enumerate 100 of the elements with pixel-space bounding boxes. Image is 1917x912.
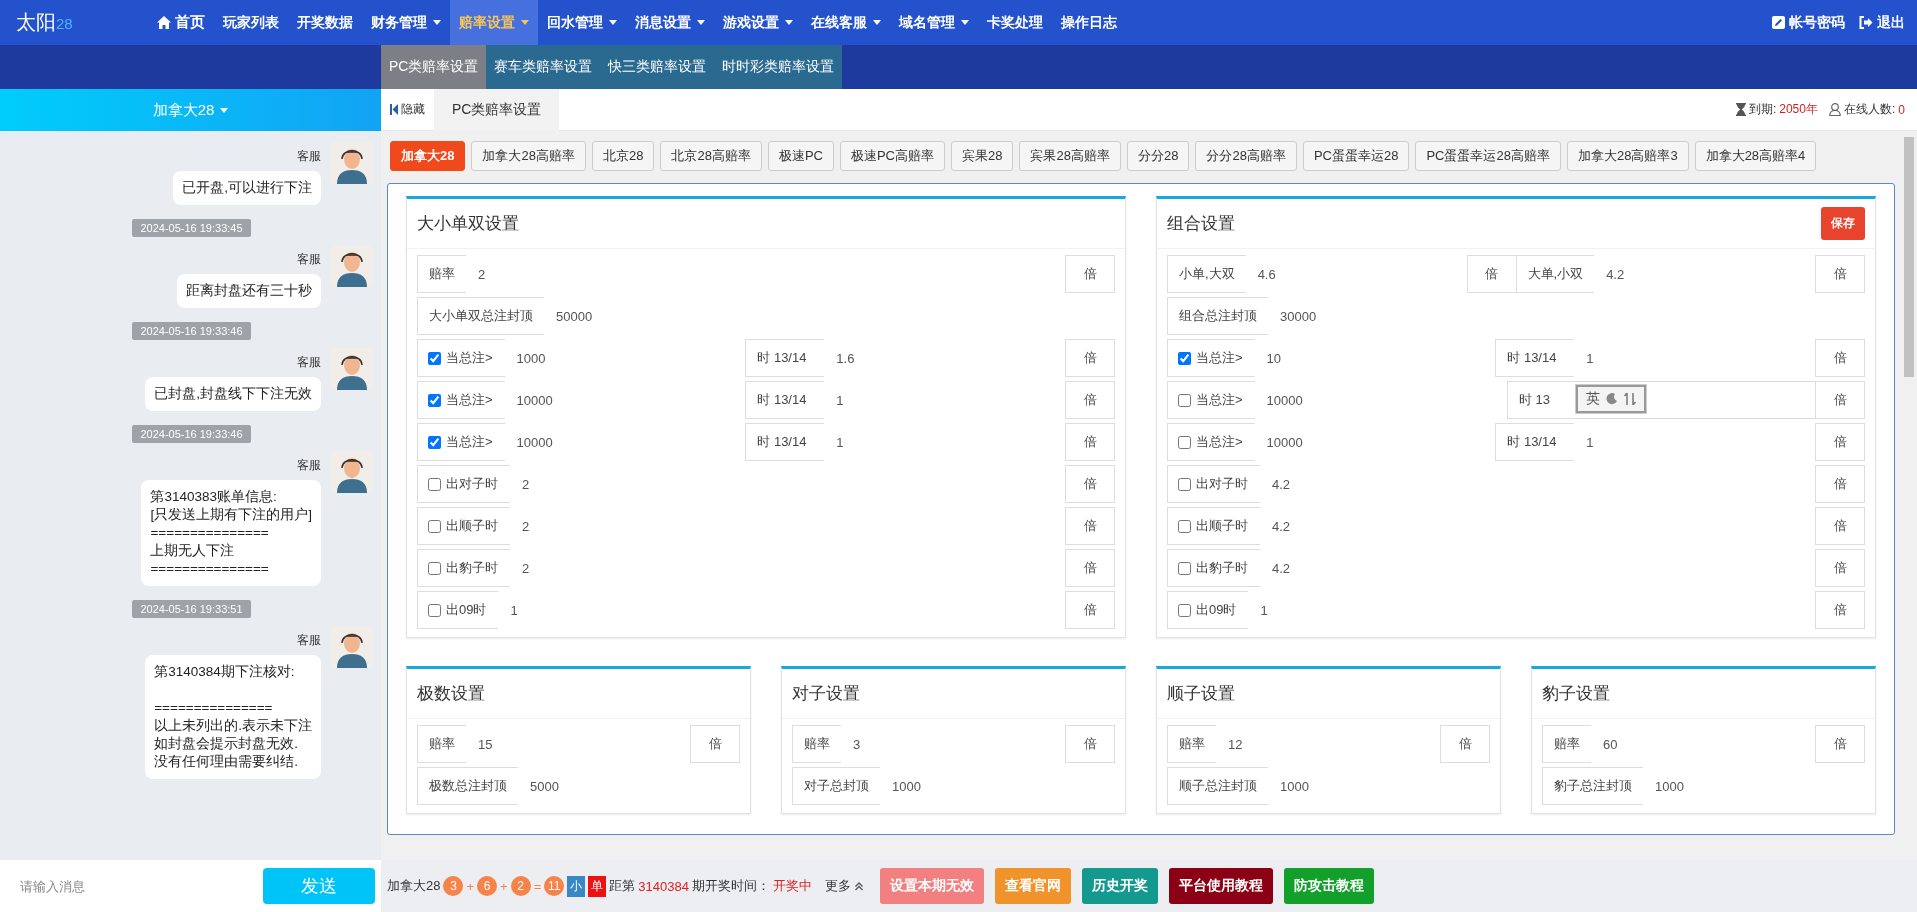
nav-link[interactable]: 帐号密码: [1772, 13, 1845, 32]
checkbox[interactable]: [428, 351, 441, 365]
game-tab[interactable]: 极速PC高赔率: [839, 141, 945, 171]
field-label: 豹子总注封顶: [1542, 767, 1644, 805]
checkbox[interactable]: [428, 477, 441, 491]
checkbox[interactable]: [428, 561, 441, 575]
field-label: 极数总注封顶: [417, 767, 519, 805]
unit-label: 倍: [1815, 465, 1865, 503]
sender-name: 客服: [297, 251, 321, 268]
checkbox[interactable]: [1178, 351, 1191, 365]
unit-label: 倍: [1065, 549, 1115, 587]
game-tab[interactable]: 宾果28高赔率: [1019, 141, 1121, 171]
game-tab[interactable]: 北京28: [591, 141, 655, 171]
hide-button[interactable]: 隐藏: [387, 97, 428, 122]
checkbox[interactable]: [1178, 561, 1191, 575]
field-label: 出顺子时: [1196, 517, 1248, 535]
more-link[interactable]: 更多: [824, 877, 863, 895]
game-tab[interactable]: 加拿大28高赔率: [471, 141, 586, 171]
submenu-item[interactable]: PC类赔率设置: [381, 45, 487, 89]
message-line: 已开盘,可以进行下注: [182, 179, 312, 197]
unit-label: 倍: [690, 725, 740, 763]
nav-menu-item[interactable]: 卡奖处理: [978, 0, 1052, 45]
nav-menu-item[interactable]: 财务管理: [362, 0, 450, 45]
caret-icon: [873, 20, 881, 25]
message-line: 以上未列出的.表示未下注: [154, 717, 312, 735]
unit-label: 倍: [1815, 339, 1865, 377]
game-tab[interactable]: 分分28高赔率: [1195, 141, 1297, 171]
unit-label: 倍: [1815, 381, 1865, 419]
action-button[interactable]: 平台使用教程: [1168, 868, 1273, 904]
field-label: 出豹子时: [1196, 559, 1248, 577]
field-label: 当总注>: [446, 433, 493, 451]
caret-icon: [961, 20, 969, 25]
game-name: 加拿大28: [387, 877, 441, 895]
checkbox[interactable]: [1178, 603, 1191, 617]
page-tab[interactable]: PC类赔率设置: [434, 88, 560, 131]
checkbox[interactable]: [428, 603, 441, 617]
unit-label: 倍: [1815, 507, 1865, 545]
logout-icon: [1859, 16, 1873, 29]
online-label: 在线人数:: [1843, 101, 1896, 118]
nav-menu-item[interactable]: 首页: [148, 0, 214, 45]
field-label: 赔率: [417, 255, 467, 293]
checkbox[interactable]: [1178, 477, 1191, 491]
checkbox[interactable]: [1178, 519, 1191, 533]
operator-sign: +: [500, 878, 508, 894]
nav-menu-item[interactable]: 玩家列表: [214, 0, 288, 45]
brand-logo: 太阳28: [15, 10, 74, 35]
unit-label: 倍: [1815, 549, 1865, 587]
submenu-item[interactable]: 赛车类赔率设置: [486, 45, 601, 89]
checkbox[interactable]: [1178, 393, 1191, 407]
message-line: 上期无人下注: [150, 542, 236, 560]
nav-menu-item[interactable]: 开奖数据: [288, 0, 362, 45]
nav-menu-item[interactable]: 在线客服: [802, 0, 890, 45]
panel-title: 豹子设置: [1542, 683, 1610, 705]
unit-label: 倍: [1065, 381, 1115, 419]
nav-menu-item[interactable]: 操作日志: [1052, 0, 1126, 45]
nav-menu-item[interactable]: 消息设置: [626, 0, 714, 45]
number-ball: 2: [510, 876, 531, 896]
field-label: 大单,小双: [1515, 255, 1596, 293]
nav-link[interactable]: 退出: [1859, 13, 1905, 32]
nav-menu-item[interactable]: 域名管理: [890, 0, 978, 45]
result-tag: 小: [567, 875, 586, 897]
expiry-value: 2050年: [1779, 101, 1818, 118]
checkbox[interactable]: [1178, 435, 1191, 449]
action-button[interactable]: 历史开奖: [1081, 868, 1158, 904]
game-tab[interactable]: 加拿大28: [390, 141, 466, 171]
game-tab[interactable]: PC蛋蛋幸运28: [1302, 141, 1410, 171]
submenu-item[interactable]: 快三类赔率设置: [600, 45, 715, 89]
game-tab[interactable]: 加拿大28高赔率4: [1694, 141, 1817, 171]
game-tab[interactable]: 分分28: [1126, 141, 1190, 171]
avatar-icon: [331, 245, 373, 287]
nav-menu-item[interactable]: 游戏设置: [714, 0, 802, 45]
checkbox[interactable]: [428, 435, 441, 449]
field-label: 时 13/14: [745, 423, 826, 461]
submenu-item[interactable]: 时时彩类赔率设置: [714, 45, 843, 89]
nav-menu-item[interactable]: 回水管理: [538, 0, 626, 45]
save-button[interactable]: 保存: [1821, 207, 1865, 240]
timestamp: 2024-05-16 19:33:46: [132, 322, 251, 340]
game-tab[interactable]: 加拿大28高赔率3: [1566, 141, 1689, 171]
checkbox[interactable]: [428, 519, 441, 533]
unit-label: 倍: [1815, 725, 1865, 763]
operator-sign: +: [466, 878, 475, 894]
timestamp: 2024-05-16 19:33:46: [132, 425, 251, 443]
home-icon: [157, 16, 171, 29]
avatar-icon: [331, 142, 373, 184]
game-tab[interactable]: 北京28高赔率: [660, 141, 762, 171]
game-tab[interactable]: PC蛋蛋幸运28高赔率: [1415, 141, 1561, 171]
collapse-icon: [390, 104, 398, 115]
game-tab[interactable]: 宾果28: [951, 141, 1014, 171]
moon-icon: [1606, 393, 1618, 405]
unit-label: 倍: [1065, 725, 1115, 763]
edit-icon: [1772, 16, 1785, 29]
checkbox[interactable]: [428, 393, 441, 407]
hourglass-icon: [1735, 103, 1746, 116]
message-line: 如封盘会提示封盘无效.: [154, 735, 299, 753]
game-tab[interactable]: 极速PC: [767, 141, 834, 171]
panel-title: 组合设置: [1167, 213, 1235, 235]
panel-title: 大小单双设置: [417, 213, 519, 235]
field-label: 组合总注封顶: [1167, 297, 1269, 335]
unit-label: 倍: [1466, 255, 1517, 293]
field-label: 时 13/14: [745, 339, 826, 377]
